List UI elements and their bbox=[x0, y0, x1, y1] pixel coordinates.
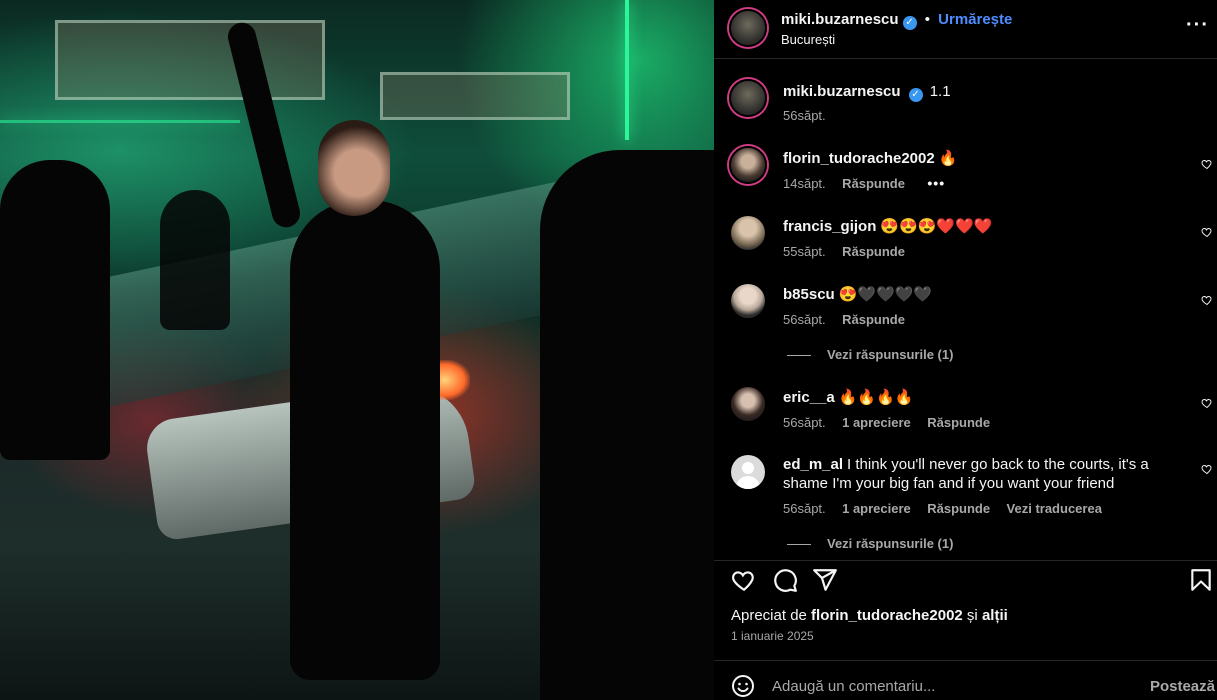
author-avatar[interactable] bbox=[729, 9, 767, 47]
reply-button[interactable]: Răspunde bbox=[842, 312, 905, 327]
comment-text: 😍😍😍❤️❤️❤️ bbox=[880, 218, 993, 235]
comment-username[interactable]: florin_tudorache2002 bbox=[783, 150, 935, 167]
add-comment-bar: Postează bbox=[714, 660, 1217, 700]
header-divider bbox=[714, 58, 1217, 59]
comment-item: ed_m_al I think you'll never go back to t… bbox=[714, 447, 1217, 527]
commenter-avatar[interactable] bbox=[731, 455, 765, 489]
location-link[interactable]: București bbox=[781, 32, 835, 47]
view-replies-label: Vezi răspunsurile (1) bbox=[827, 347, 954, 362]
caption-text: 1.1 bbox=[929, 83, 951, 100]
post-header: miki.buzarnescu ✓ • Urmărește București ·… bbox=[714, 0, 1217, 58]
commenter-avatar[interactable] bbox=[731, 387, 765, 421]
comment-likes-count[interactable]: 1 apreciere bbox=[842, 501, 911, 516]
comment-icon[interactable] bbox=[772, 567, 798, 593]
comment-like-icon[interactable] bbox=[1201, 226, 1213, 238]
comment-text: 😍🖤🖤🖤🖤 bbox=[838, 286, 933, 303]
comment-text-row: eric__a 🔥🔥🔥🔥 bbox=[783, 388, 1178, 407]
actions-divider bbox=[714, 560, 1217, 561]
comment-likes-count[interactable]: 1 apreciere bbox=[842, 415, 911, 430]
comment-text-row: b85scu 😍🖤🖤🖤🖤 bbox=[783, 285, 1178, 304]
view-replies-button[interactable]: Vezi răspunsurile (1) bbox=[787, 536, 953, 551]
comment-item: florin_tudorache2002 🔥 14săpt. Răspunde •… bbox=[714, 140, 1217, 200]
post-comment-button[interactable]: Postează bbox=[1150, 678, 1215, 695]
commenter-avatar[interactable] bbox=[729, 146, 767, 184]
ceiling-panel bbox=[55, 20, 325, 100]
woman-face bbox=[318, 120, 390, 216]
comment-username[interactable]: eric__a bbox=[783, 389, 835, 406]
bookmark-icon[interactable] bbox=[1188, 567, 1214, 593]
heart-icon[interactable] bbox=[731, 567, 757, 593]
post-photo[interactable] bbox=[0, 0, 714, 700]
caption-username[interactable]: miki.buzarnescu bbox=[783, 83, 901, 100]
background-guest bbox=[160, 190, 230, 330]
send-icon[interactable] bbox=[812, 567, 838, 593]
comment-time[interactable]: 56săpt. bbox=[783, 501, 826, 516]
comment-item: b85scu 😍🖤🖤🖤🖤 56săpt. Răspunde bbox=[714, 276, 1217, 336]
author-row: miki.buzarnescu ✓ • Urmărește bbox=[781, 11, 1012, 30]
comment-text-row: francis_gijon 😍😍😍❤️❤️❤️ bbox=[783, 217, 1178, 236]
comment-like-icon[interactable] bbox=[1201, 158, 1213, 170]
comment-meta: 56săpt. Răspunde bbox=[783, 311, 905, 329]
background-guest bbox=[0, 160, 110, 460]
reply-button[interactable]: Răspunde bbox=[927, 415, 990, 430]
liked-by: Apreciat de florin_tudorache2002 și alți… bbox=[731, 607, 1008, 624]
author-username[interactable]: miki.buzarnescu bbox=[781, 11, 899, 28]
caption-avatar[interactable] bbox=[729, 79, 767, 117]
liked-by-others[interactable]: alții bbox=[982, 607, 1008, 624]
neon-strip bbox=[625, 0, 629, 140]
comment-more-icon[interactable]: ••• bbox=[927, 175, 945, 191]
post-action-bar bbox=[714, 562, 1217, 598]
comment-like-icon[interactable] bbox=[1201, 397, 1213, 409]
comment-time[interactable]: 56săpt. bbox=[783, 312, 826, 327]
neon-strip bbox=[0, 120, 240, 123]
dancing-woman bbox=[290, 200, 440, 680]
comment-time[interactable]: 14săpt. bbox=[783, 176, 826, 191]
reply-button[interactable]: Răspunde bbox=[927, 501, 990, 516]
comment-text-row: florin_tudorache2002 🔥 bbox=[783, 149, 1178, 168]
more-options-icon[interactable]: ··· bbox=[1186, 14, 1209, 37]
replies-divider-line bbox=[787, 544, 811, 546]
reply-button[interactable]: Răspunde bbox=[842, 244, 905, 259]
see-translation-button[interactable]: Vezi traducerea bbox=[1007, 501, 1102, 516]
comment-time[interactable]: 55săpt. bbox=[783, 244, 826, 259]
separator-dot: • bbox=[924, 11, 930, 28]
comment-text-row: ed_m_al I think you'll never go back to t… bbox=[783, 455, 1178, 493]
comment-username[interactable]: ed_m_al bbox=[783, 456, 843, 473]
comment-meta: 56săpt. 1 apreciere Răspunde bbox=[783, 414, 990, 432]
commenter-avatar[interactable] bbox=[731, 216, 765, 250]
comment-meta: 14săpt. Răspunde ••• bbox=[783, 175, 945, 193]
commenter-avatar[interactable] bbox=[731, 284, 765, 318]
view-replies-label: Vezi răspunsurile (1) bbox=[827, 536, 954, 551]
liked-by-prefix: Apreciat de bbox=[731, 607, 812, 624]
replies-divider-line bbox=[787, 355, 811, 357]
liked-by-user[interactable]: florin_tudorache2002 bbox=[811, 607, 963, 624]
comment-item: eric__a 🔥🔥🔥🔥 56săpt. 1 apreciere Răspunde bbox=[714, 379, 1217, 439]
comment-meta: 56săpt. 1 apreciere Răspunde Vezi traduc… bbox=[783, 500, 1102, 518]
ceiling-panel bbox=[380, 72, 570, 120]
post-sidebar: miki.buzarnescu ✓ • Urmărește București ·… bbox=[714, 0, 1217, 700]
comment-like-icon[interactable] bbox=[1201, 463, 1213, 475]
post-date[interactable]: 1 ianuarie 2025 bbox=[731, 629, 814, 643]
view-replies-button[interactable]: Vezi răspunsurile (1) bbox=[787, 347, 953, 362]
comment-like-icon[interactable] bbox=[1201, 294, 1213, 306]
comment-text: 🔥 bbox=[938, 150, 958, 167]
caption-text-row: miki.buzarnescu ✓ 1.1 bbox=[783, 82, 1178, 102]
caption-meta: 56săpt. bbox=[783, 107, 826, 125]
follow-button[interactable]: Urmărește bbox=[938, 11, 1012, 28]
liked-by-middle: și bbox=[962, 607, 982, 624]
foreground-guest bbox=[540, 150, 714, 700]
caption-time[interactable]: 56săpt. bbox=[783, 108, 826, 123]
comment-input[interactable] bbox=[772, 673, 1132, 699]
comment-text: 🔥🔥🔥🔥 bbox=[838, 389, 914, 406]
reply-button[interactable]: Răspunde bbox=[842, 176, 905, 191]
caption: miki.buzarnescu ✓ 1.1 56săpt. bbox=[714, 72, 1217, 132]
comment-username[interactable]: b85scu bbox=[783, 286, 835, 303]
comment-item: francis_gijon 😍😍😍❤️❤️❤️ 55săpt. Răspunde bbox=[714, 208, 1217, 268]
emoji-icon[interactable] bbox=[731, 674, 755, 698]
comment-username[interactable]: francis_gijon bbox=[783, 218, 876, 235]
verified-badge-icon: ✓ bbox=[908, 88, 923, 102]
comment-meta: 55săpt. Răspunde bbox=[783, 243, 905, 261]
verified-badge-icon: ✓ bbox=[902, 16, 917, 30]
comment-time[interactable]: 56săpt. bbox=[783, 415, 826, 430]
